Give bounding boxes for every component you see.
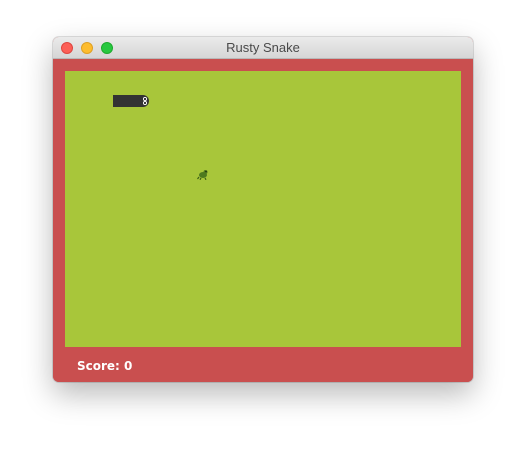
- window-title: Rusty Snake: [226, 40, 300, 55]
- frog-icon: [197, 167, 209, 181]
- title-bar[interactable]: Rusty Snake: [53, 37, 473, 59]
- snake-eye: [143, 101, 147, 105]
- snake-head: [137, 95, 149, 107]
- game-canvas[interactable]: Score: 0: [53, 59, 473, 382]
- snake-body: [113, 95, 137, 107]
- app-window: Rusty Snake Score: 0: [53, 37, 473, 382]
- score-label: Score: 0: [77, 359, 133, 373]
- play-field: [65, 71, 461, 347]
